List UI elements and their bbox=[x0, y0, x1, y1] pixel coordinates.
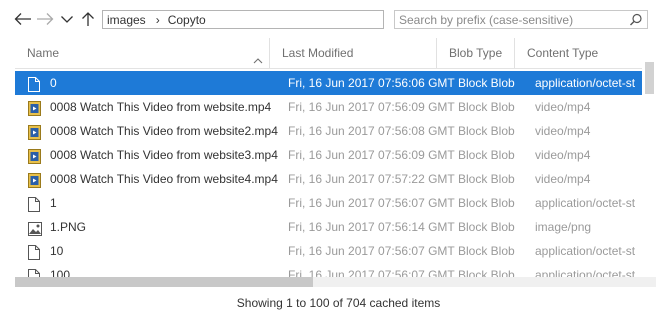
row-name: 0008 Watch This Video from website3.mp4 bbox=[50, 148, 278, 162]
horizontal-scrollbar-thumb[interactable] bbox=[15, 277, 313, 287]
breadcrumb[interactable]: images › Copyto bbox=[102, 10, 384, 29]
row-name: 100 bbox=[50, 268, 71, 277]
row-content-type: video/mp4 bbox=[535, 172, 591, 186]
blob-list: 0 Fri, 16 Jun 2017 07:56:06 GMT Block Bl… bbox=[15, 71, 642, 277]
row-content-type: application/octet-st bbox=[535, 76, 636, 90]
column-header-blob-type[interactable]: Blob Type bbox=[437, 38, 515, 68]
table-row[interactable]: 0008 Watch This Video from website3.mp4 … bbox=[15, 143, 642, 167]
arrow-right-icon bbox=[37, 13, 54, 25]
row-blob-type: Block Blob bbox=[458, 244, 515, 258]
row-last-modified: Fri, 16 Jun 2017 07:57:22 GMT bbox=[288, 172, 455, 186]
row-blob-type: Block Blob bbox=[458, 268, 515, 277]
table-row[interactable]: 0 Fri, 16 Jun 2017 07:56:06 GMT Block Bl… bbox=[15, 71, 642, 95]
row-last-modified: Fri, 16 Jun 2017 07:56:14 GMT bbox=[288, 220, 455, 234]
vertical-scrollbar-thumb[interactable] bbox=[645, 62, 654, 94]
arrow-left-icon bbox=[14, 13, 31, 25]
row-name: 0008 Watch This Video from website4.mp4 bbox=[50, 172, 278, 186]
table-row[interactable]: 10 Fri, 16 Jun 2017 07:56:07 GMT Block B… bbox=[15, 239, 642, 263]
column-header-content-type-label: Content Type bbox=[527, 46, 599, 60]
row-blob-type: Block Blob bbox=[458, 220, 515, 234]
toolbar: images › Copyto bbox=[0, 0, 672, 38]
table-row[interactable]: 1.PNG Fri, 16 Jun 2017 07:56:14 GMT Bloc… bbox=[15, 215, 642, 239]
row-blob-type: Block Blob bbox=[458, 124, 515, 138]
row-last-modified: Fri, 16 Jun 2017 07:56:07 GMT bbox=[288, 196, 455, 210]
row-content-type: image/png bbox=[535, 220, 592, 234]
table-row[interactable]: 0008 Watch This Video from website2.mp4 … bbox=[15, 119, 642, 143]
row-last-modified: Fri, 16 Jun 2017 07:56:07 GMT bbox=[288, 244, 455, 258]
table-row[interactable]: 1 Fri, 16 Jun 2017 07:56:07 GMT Block Bl… bbox=[15, 191, 642, 215]
row-blob-type: Block Blob bbox=[458, 172, 515, 186]
breadcrumb-separator-icon: › bbox=[155, 12, 160, 27]
search-icon[interactable] bbox=[629, 13, 643, 30]
row-content-type: video/mp4 bbox=[535, 148, 591, 162]
column-header-content-type[interactable]: Content Type bbox=[515, 38, 642, 68]
column-header-name[interactable]: Name bbox=[15, 38, 270, 68]
history-dropdown-button[interactable] bbox=[57, 9, 77, 29]
row-name: 1 bbox=[50, 196, 57, 210]
row-name: 0008 Watch This Video from website.mp4 bbox=[50, 100, 272, 114]
column-header-last-modified-label: Last Modified bbox=[282, 46, 354, 60]
breadcrumb-item-folder[interactable]: Copyto bbox=[168, 13, 206, 27]
row-content-type: application/octet-st bbox=[535, 268, 636, 277]
scrollbar-corner bbox=[642, 277, 656, 287]
row-last-modified: Fri, 16 Jun 2017 07:56:06 GMT bbox=[288, 76, 455, 90]
column-header-name-label: Name bbox=[27, 46, 60, 60]
row-content-type: video/mp4 bbox=[535, 100, 591, 114]
row-blob-type: Block Blob bbox=[458, 196, 515, 210]
row-last-modified: Fri, 16 Jun 2017 07:56:09 GMT bbox=[288, 100, 455, 114]
row-content-type: application/octet-st bbox=[535, 196, 636, 210]
search-input[interactable] bbox=[395, 11, 625, 28]
back-button[interactable] bbox=[13, 9, 33, 29]
table-row[interactable]: 0008 Watch This Video from website4.mp4 … bbox=[15, 167, 642, 191]
column-header-blob-type-label: Blob Type bbox=[449, 46, 503, 60]
arrow-up-icon bbox=[82, 12, 94, 26]
status-text: Showing 1 to 100 of 704 cached items bbox=[236, 296, 441, 310]
column-header: Name Last Modified Blob Type Content Typ… bbox=[15, 38, 655, 69]
horizontal-scrollbar[interactable] bbox=[15, 277, 642, 287]
search-box[interactable] bbox=[394, 10, 648, 29]
row-name: 0008 Watch This Video from website2.mp4 bbox=[50, 124, 278, 138]
vertical-scrollbar[interactable] bbox=[642, 52, 656, 277]
breadcrumb-item-container[interactable]: images bbox=[107, 13, 146, 27]
row-content-type: application/octet-st bbox=[535, 244, 636, 258]
row-name: 0 bbox=[50, 76, 57, 90]
row-last-modified: Fri, 16 Jun 2017 07:56:07 GMT bbox=[288, 268, 455, 277]
column-header-last-modified[interactable]: Last Modified bbox=[270, 38, 437, 68]
row-name: 10 bbox=[50, 244, 64, 258]
row-name: 1.PNG bbox=[50, 220, 87, 234]
row-blob-type: Block Blob bbox=[458, 100, 515, 114]
table-row[interactable]: 0008 Watch This Video from website.mp4 F… bbox=[15, 95, 642, 119]
row-last-modified: Fri, 16 Jun 2017 07:56:09 GMT bbox=[288, 148, 455, 162]
row-last-modified: Fri, 16 Jun 2017 07:56:08 GMT bbox=[288, 124, 455, 138]
forward-button[interactable] bbox=[35, 9, 55, 29]
row-blob-type: Block Blob bbox=[458, 76, 515, 90]
row-blob-type: Block Blob bbox=[458, 148, 515, 162]
chevron-down-icon bbox=[61, 16, 73, 23]
file-icon bbox=[28, 268, 40, 277]
up-button[interactable] bbox=[78, 9, 98, 29]
row-content-type: video/mp4 bbox=[535, 124, 591, 138]
table-row[interactable]: 100 Fri, 16 Jun 2017 07:56:07 GMT Block … bbox=[15, 263, 642, 277]
